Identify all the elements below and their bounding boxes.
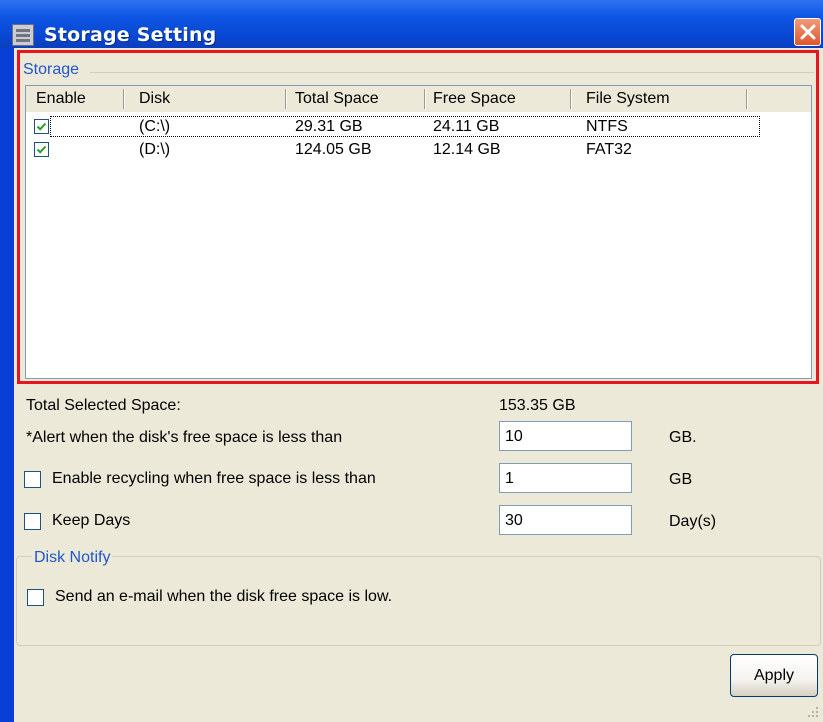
recycle-label[interactable]: Enable recycling when free space is less… xyxy=(52,470,376,488)
total-space-cell: 124.05 GB xyxy=(295,141,372,158)
column-header-file-system[interactable]: File System xyxy=(586,90,670,108)
enable-checkbox-c[interactable] xyxy=(34,119,49,134)
file-system-cell: NTFS xyxy=(586,118,628,135)
column-divider[interactable] xyxy=(285,89,287,109)
alert-label: *Alert when the disk's free space is les… xyxy=(26,429,343,446)
total-space-cell: 29.31 GB xyxy=(295,118,363,135)
dialog-body: Storage Enable Disk Total Space Free Spa… xyxy=(14,48,823,722)
check-icon xyxy=(36,122,47,131)
total-selected-label: Total Selected Space: xyxy=(26,397,181,414)
keep-days-label[interactable]: Keep Days xyxy=(52,512,130,530)
keep-days-unit: Day(s) xyxy=(669,513,717,530)
recycle-unit: GB xyxy=(669,471,693,488)
disk-cell: (D:\) xyxy=(139,141,171,158)
apply-button[interactable]: Apply xyxy=(730,654,818,697)
alert-unit: GB. xyxy=(669,429,697,446)
email-notify-label[interactable]: Send an e-mail when the disk free space … xyxy=(55,588,392,606)
column-divider[interactable] xyxy=(570,89,572,109)
storage-group: Storage Enable Disk Total Space Free Spa… xyxy=(17,50,819,384)
list-header: Enable Disk Total Space Free Space File … xyxy=(26,86,811,112)
storage-group-frame xyxy=(90,72,814,73)
column-header-disk[interactable]: Disk xyxy=(139,90,170,108)
free-space-cell: 24.11 GB xyxy=(433,118,500,135)
disk-notify-legend: Disk Notify xyxy=(32,549,113,567)
server-icon xyxy=(12,24,34,46)
disk-cell: (C:\) xyxy=(139,118,171,135)
column-header-free-space[interactable]: Free Space xyxy=(433,90,516,108)
keep-days-checkbox[interactable] xyxy=(24,513,41,530)
recycle-checkbox[interactable] xyxy=(24,471,41,488)
alert-threshold-field[interactable]: 10 xyxy=(499,421,632,451)
free-space-cell: 12.14 GB xyxy=(433,141,501,158)
enable-checkbox-d[interactable] xyxy=(34,142,49,157)
column-divider[interactable] xyxy=(424,89,426,109)
table-row[interactable]: (D:\) 124.05 GB 12.14 GB FAT32 xyxy=(26,139,811,162)
close-icon xyxy=(800,24,816,40)
close-button[interactable] xyxy=(794,18,821,46)
storage-legend: Storage xyxy=(21,61,82,79)
title-bar[interactable]: Storage Setting xyxy=(0,0,823,48)
resize-grip-icon[interactable] xyxy=(807,706,819,718)
table-row[interactable]: (C:\) 29.31 GB 24.11 GB NTFS xyxy=(26,116,811,139)
email-notify-checkbox[interactable] xyxy=(27,589,44,606)
column-divider[interactable] xyxy=(746,89,748,109)
recycle-threshold-field[interactable]: 1 xyxy=(499,463,632,493)
file-system-cell: FAT32 xyxy=(586,141,632,158)
storage-list[interactable]: Enable Disk Total Space Free Space File … xyxy=(25,85,812,379)
check-icon xyxy=(36,145,47,154)
column-divider[interactable] xyxy=(123,89,125,109)
keep-days-field[interactable]: 30 xyxy=(499,505,632,535)
column-header-enable[interactable]: Enable xyxy=(36,90,86,108)
column-header-total-space[interactable]: Total Space xyxy=(295,90,379,108)
window-title: Storage Setting xyxy=(44,24,217,46)
storage-setting-window: Storage Setting Storage Enable Disk Tota… xyxy=(0,0,823,722)
total-selected-value: 153.35 GB xyxy=(499,397,576,414)
